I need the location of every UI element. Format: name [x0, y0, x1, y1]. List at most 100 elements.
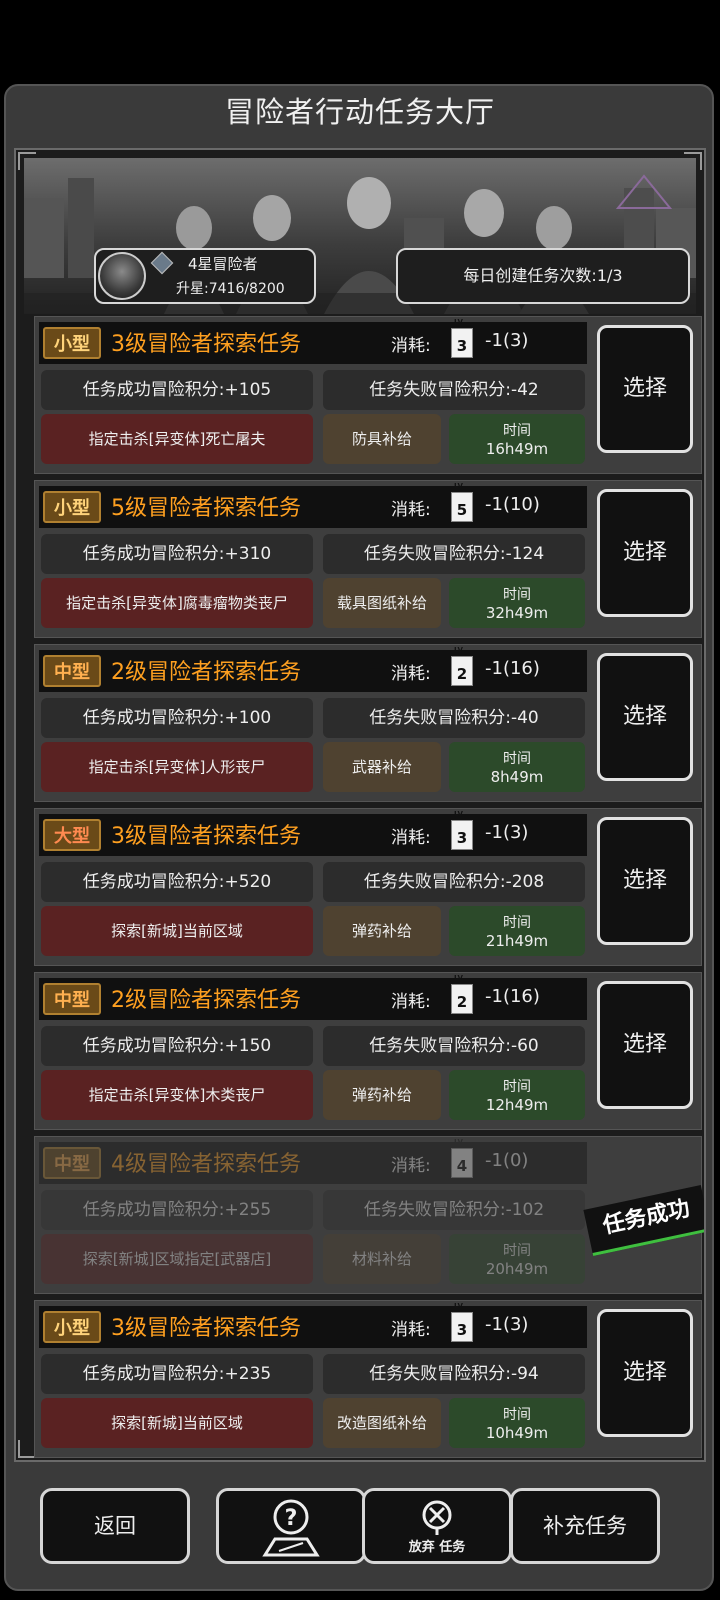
level-card-icon: LV 2 [451, 646, 473, 686]
footer-bar: 返回 ? 放弃 任务 补充任务 [22, 1466, 698, 1588]
success-points: 任务成功冒险积分:+105 [41, 370, 313, 410]
fail-points: 任务失败冒险积分:-40 [323, 698, 585, 738]
success-points: 任务成功冒险积分:+520 [41, 862, 313, 902]
task-board: 4星冒险者 升星:7416/8200 每日创建任务次数:1/3 小型 3级冒险者… [14, 148, 706, 1462]
task-time: 时间 10h49m [449, 1398, 585, 1448]
task-time: 时间 12h49m [449, 1070, 585, 1120]
time-label: 时间 [503, 915, 531, 931]
task-card[interactable]: 中型 2级冒险者探索任务 消耗: LV 2 -1(16) 任务成功冒险积分:+15… [34, 972, 702, 1130]
fail-points: 任务失败冒险积分:-42 [323, 370, 585, 410]
abandon-task-button[interactable]: 放弃 任务 [362, 1488, 512, 1564]
success-points: 任务成功冒险积分:+255 [41, 1190, 313, 1230]
task-card[interactable]: 小型 3级冒险者探索任务 消耗: LV 3 -1(3) 任务成功冒险积分:+235… [34, 1300, 702, 1458]
time-label: 时间 [503, 1079, 531, 1095]
select-button[interactable]: 选择 [597, 325, 693, 453]
task-target: 探索[新城]当前区域 [41, 1398, 313, 1448]
level-card-icon: LV 5 [451, 482, 473, 522]
task-size-badge: 中型 [43, 655, 101, 687]
task-title: 2级冒险者探索任务 [111, 988, 301, 1013]
time-value: 16h49m [485, 440, 549, 458]
cost-value: -1(16) [485, 986, 540, 1007]
select-button[interactable]: 选择 [597, 817, 693, 945]
task-size-badge: 中型 [43, 983, 101, 1015]
task-time: 时间 20h49m [449, 1234, 585, 1284]
level-card-icon: LV 3 [451, 810, 473, 850]
cost-label: 消耗: [391, 992, 431, 1012]
fail-points: 任务失败冒险积分:-124 [323, 534, 585, 574]
task-header: 中型 2级冒险者探索任务 消耗: LV 2 -1(16) [39, 974, 587, 1020]
task-size-badge: 中型 [43, 1147, 101, 1179]
help-map-icon: ? [219, 1495, 363, 1561]
task-card[interactable]: 大型 3级冒险者探索任务 消耗: LV 3 -1(3) 任务成功冒险积分:+520… [34, 808, 702, 966]
fail-points: 任务失败冒险积分:-60 [323, 1026, 585, 1066]
time-value: 32h49m [485, 604, 549, 622]
select-button[interactable]: 选择 [597, 653, 693, 781]
back-button[interactable]: 返回 [40, 1488, 190, 1564]
page-title: 冒险者行动任务大厅 [224, 95, 495, 129]
time-value: 20h49m [485, 1260, 549, 1278]
fail-points: 任务失败冒险积分:-94 [323, 1354, 585, 1394]
time-value: 21h49m [485, 932, 549, 950]
cost-value: -1(3) [485, 330, 529, 351]
success-points: 任务成功冒险积分:+235 [41, 1354, 313, 1394]
task-title: 4级冒险者探索任务 [111, 1152, 301, 1177]
level-card-number: 3 [456, 337, 468, 355]
task-supply: 弹药补给 [323, 1070, 441, 1120]
svg-text:?: ? [285, 1506, 298, 1531]
success-points: 任务成功冒险积分:+150 [41, 1026, 313, 1066]
task-supply: 防具补给 [323, 414, 441, 464]
rank-gem-icon [150, 251, 174, 275]
time-value: 8h49m [490, 768, 544, 786]
level-card-number: 5 [456, 501, 468, 519]
task-time: 时间 21h49m [449, 906, 585, 956]
level-card-number: 2 [456, 993, 468, 1011]
select-button[interactable]: 选择 [597, 489, 693, 617]
task-target: 指定击杀[异变体]腐毒瘤物类丧尸 [41, 578, 313, 628]
task-title: 2级冒险者探索任务 [111, 660, 301, 685]
task-card[interactable]: 中型 2级冒险者探索任务 消耗: LV 2 -1(16) 任务成功冒险积分:+10… [34, 644, 702, 802]
task-card[interactable]: 小型 3级冒险者探索任务 消耗: LV 3 -1(3) 任务成功冒险积分:+105… [34, 316, 702, 474]
level-card-number: 3 [456, 1321, 468, 1339]
time-label: 时间 [503, 423, 531, 439]
task-title: 5级冒险者探索任务 [111, 496, 301, 521]
task-size-badge: 小型 [43, 327, 101, 359]
task-header: 大型 3级冒险者探索任务 消耗: LV 3 -1(3) [39, 810, 587, 856]
time-label: 时间 [503, 1243, 531, 1259]
select-button[interactable]: 选择 [597, 1309, 693, 1437]
task-header: 小型 3级冒险者探索任务 消耗: LV 3 -1(3) [39, 318, 587, 364]
level-card-icon: LV 4 [451, 1138, 473, 1178]
success-points: 任务成功冒险积分:+310 [41, 534, 313, 574]
task-title: 3级冒险者探索任务 [111, 1316, 301, 1341]
player-profile-card[interactable]: 4星冒险者 升星:7416/8200 [94, 248, 316, 304]
task-supply: 弹药补给 [323, 906, 441, 956]
avatar[interactable] [98, 252, 146, 300]
select-button[interactable]: 选择 [597, 981, 693, 1109]
task-time: 时间 32h49m [449, 578, 585, 628]
help-button[interactable]: ? [216, 1488, 366, 1564]
daily-create-count: 每日创建任务次数:1/3 [396, 248, 690, 304]
task-header: 中型 4级冒险者探索任务 消耗: LV 4 -1(0) [39, 1138, 587, 1184]
task-card[interactable]: 小型 5级冒险者探索任务 消耗: LV 5 -1(10) 任务成功冒险积分:+31… [34, 480, 702, 638]
level-card-number: 3 [456, 829, 468, 847]
refill-task-button[interactable]: 补充任务 [510, 1488, 660, 1564]
task-card[interactable]: 中型 4级冒险者探索任务 消耗: LV 4 -1(0) 任务成功冒险积分:+255… [34, 1136, 704, 1294]
abandon-task-label: 放弃 任务 [408, 1540, 466, 1555]
cost-value: -1(3) [485, 1314, 529, 1335]
cost-label: 消耗: [391, 1156, 431, 1176]
cost-label: 消耗: [391, 336, 431, 356]
cost-label: 消耗: [391, 828, 431, 848]
time-value: 10h49m [485, 1424, 549, 1442]
level-card-icon: LV 3 [451, 1302, 473, 1342]
task-size-badge: 大型 [43, 819, 101, 851]
task-target: 指定击杀[异变体]木类丧尸 [41, 1070, 313, 1120]
task-target: 探索[新城]当前区域 [41, 906, 313, 956]
task-supply: 载具图纸补给 [323, 578, 441, 628]
task-header: 小型 3级冒险者探索任务 消耗: LV 3 -1(3) [39, 1302, 587, 1348]
time-label: 时间 [503, 1407, 531, 1423]
task-title: 3级冒险者探索任务 [111, 824, 301, 849]
task-title: 3级冒险者探索任务 [111, 332, 301, 357]
level-card-number: 2 [456, 665, 468, 683]
rank-name: 4星冒险者 [188, 255, 258, 273]
cost-value: -1(0) [485, 1150, 529, 1171]
fail-points: 任务失败冒险积分:-102 [323, 1190, 585, 1230]
